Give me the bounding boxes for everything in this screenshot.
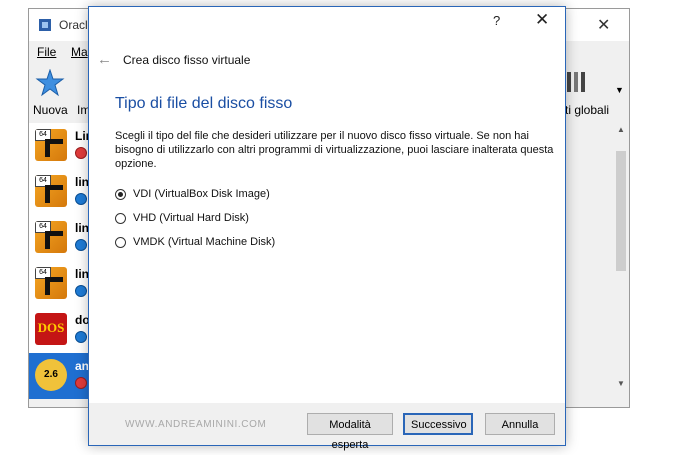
help-icon[interactable]: ?: [493, 13, 500, 28]
radio-button[interactable]: [115, 237, 126, 248]
dialog-body: ← Crea disco fisso virtuale Tipo di file…: [89, 37, 565, 403]
create-disk-dialog: ? ✕ ← Crea disco fisso virtuale Tipo di …: [88, 6, 566, 451]
stopped-state-icon: [75, 147, 87, 159]
close-icon[interactable]: ✕: [535, 10, 549, 30]
radio-label[interactable]: VMDK (Virtual Machine Disk): [133, 236, 275, 248]
vm-name: lin: [75, 267, 89, 281]
scroll-up-icon[interactable]: ▲: [617, 125, 625, 134]
vm-list-item[interactable]: 64 lin: [29, 261, 93, 307]
powered-off-state-icon: [75, 193, 87, 205]
powered-off-state-icon: [75, 331, 87, 343]
vm-name: lin: [75, 175, 89, 189]
virtualbox-app-icon: [39, 19, 51, 31]
radio-label[interactable]: VHD (Virtual Hard Disk): [133, 212, 249, 224]
vm-list-item[interactable]: 64 Lin: [29, 123, 93, 169]
vm-name: an: [75, 359, 90, 373]
linux-64-icon: 64: [35, 221, 67, 253]
menu-file[interactable]: File: [37, 45, 56, 59]
back-arrow-icon[interactable]: ←: [97, 51, 112, 68]
scroll-down-icon[interactable]: ▼: [617, 379, 625, 388]
watermark: WWW.ANDREAMININI.COM: [125, 419, 267, 430]
radio-button-checked[interactable]: [115, 189, 126, 200]
wizard-title: Crea disco fisso virtuale: [123, 53, 251, 67]
linux-64-icon: 64: [35, 175, 67, 207]
next-button[interactable]: Successivo: [403, 413, 473, 435]
vm-list-item[interactable]: 64 lin: [29, 169, 93, 215]
new-vm-icon[interactable]: [35, 69, 65, 99]
linux-64-icon: 64: [35, 129, 67, 161]
vm-name: lin: [75, 221, 89, 235]
global-tools-label[interactable]: ti globali: [565, 103, 609, 117]
details-scrollbar[interactable]: ▲ ▼: [613, 123, 629, 407]
dialog-titlebar: ? ✕: [89, 7, 565, 37]
vm-list-item[interactable]: DOS do: [29, 307, 93, 353]
scroll-thumb[interactable]: [616, 151, 626, 271]
main-close-icon[interactable]: ✕: [597, 15, 610, 35]
linux-64-icon: 64: [35, 267, 67, 299]
powered-off-state-icon: [75, 239, 87, 251]
vm-list-item[interactable]: 64 lin: [29, 215, 93, 261]
vm-list-item-selected[interactable]: 2.6 an: [29, 353, 93, 399]
cancel-button[interactable]: Annulla: [485, 413, 555, 435]
vm-list: 64 Lin 64 lin 64 lin 64 lin DOS do 2.6 a…: [29, 123, 93, 399]
page-title: Tipo di file del disco fisso: [115, 95, 293, 112]
dialog-footer: WWW.ANDREAMININI.COM Modalità esperta Su…: [89, 403, 565, 451]
expert-mode-button[interactable]: Modalità esperta: [307, 413, 393, 451]
radio-label[interactable]: VDI (VirtualBox Disk Image): [133, 188, 270, 200]
powered-off-state-icon: [75, 285, 87, 297]
radio-button[interactable]: [115, 213, 126, 224]
stopped-state-icon: [75, 377, 87, 389]
menu-machine[interactable]: Ma: [71, 45, 88, 59]
toolbar-dropdown-icon[interactable]: ▼: [615, 85, 624, 95]
page-description: Scegli il tipo del file che desideri uti…: [115, 130, 554, 170]
linux-26-icon: 2.6: [35, 359, 67, 391]
global-tools-icon[interactable]: [563, 69, 589, 95]
new-vm-label[interactable]: Nuova: [33, 103, 68, 117]
dos-icon: DOS: [35, 313, 67, 345]
